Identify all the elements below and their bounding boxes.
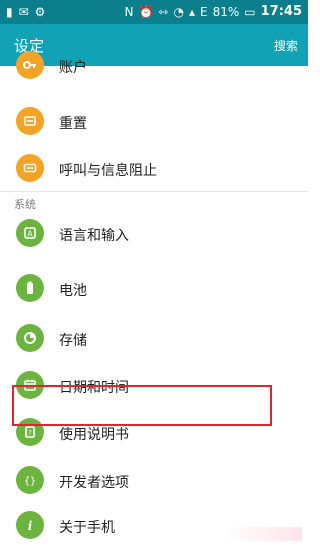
settings-list: 账户 重置 呼叫与信息阻止 系统 A 语言和输入 电池 存储 日期和时间 ? 使…: [0, 51, 308, 543]
highlight-box: [12, 385, 272, 426]
settings-item-battery[interactable]: 电池: [0, 269, 308, 311]
svg-text:?: ?: [28, 429, 32, 437]
storage-icon: [16, 324, 44, 352]
vibrate-icon: ⇿: [158, 4, 169, 19]
info-icon: i: [16, 511, 44, 539]
developer-icon: {}: [16, 466, 44, 494]
svg-text:i: i: [28, 519, 33, 533]
alarm-icon: ⏰: [138, 4, 154, 19]
settings-item-accounts[interactable]: 账户: [0, 46, 308, 88]
block-icon: [16, 154, 44, 182]
svg-text:{}: {}: [24, 476, 36, 487]
settings-item-label: 重置: [59, 116, 87, 132]
settings-item-label: 语言和输入: [59, 228, 129, 244]
settings-item-label: 账户: [59, 60, 87, 76]
reset-icon: [16, 107, 44, 135]
settings-item-label: 电池: [59, 283, 87, 299]
settings-item-storage[interactable]: 存储: [0, 319, 308, 361]
signal-label: E: [200, 4, 208, 19]
settings-item-label: 呼叫与信息阻止: [59, 163, 157, 179]
settings-item-label: 使用说明书: [59, 427, 129, 443]
settings-item-developer-options[interactable]: {} 开发者选项: [0, 461, 308, 503]
battery-icon: ▭: [244, 4, 256, 19]
nfc-icon: N: [124, 4, 134, 19]
svg-text:A: A: [27, 230, 33, 239]
mail-icon: ✉: [18, 5, 29, 19]
battery-icon: [16, 274, 44, 302]
section-header-system: 系统: [14, 198, 36, 211]
cellular-icon: ▴: [188, 4, 195, 19]
key-icon: [16, 51, 44, 79]
status-bar: ▮ ✉ ⚙ N ⏰ ⇿ ◔ ▴ E 81% ▭ 17:45: [0, 0, 308, 24]
status-right-icons: N ⏰ ⇿ ◔ ▴ E 81% ▭ 17:45: [124, 4, 302, 19]
settings-item-label: 关于手机: [59, 520, 115, 536]
settings-item-call-block[interactable]: 呼叫与信息阻止: [0, 149, 308, 191]
settings-item-reset[interactable]: 重置: [0, 102, 308, 144]
status-time: 17:45: [260, 4, 302, 19]
settings-item-label: 存储: [59, 333, 87, 349]
status-left-icons: ▮ ✉ ⚙: [6, 5, 45, 19]
sim-icon: ▮: [6, 5, 13, 19]
section-divider: [0, 191, 308, 192]
watermark: [222, 527, 302, 541]
app-icon: ⚙: [34, 5, 46, 19]
settings-item-language[interactable]: A 语言和输入: [0, 214, 308, 256]
wifi-icon: ◔: [173, 4, 184, 19]
language-icon: A: [16, 219, 44, 247]
battery-percentage: 81%: [212, 4, 240, 19]
settings-item-label: 开发者选项: [59, 475, 129, 491]
